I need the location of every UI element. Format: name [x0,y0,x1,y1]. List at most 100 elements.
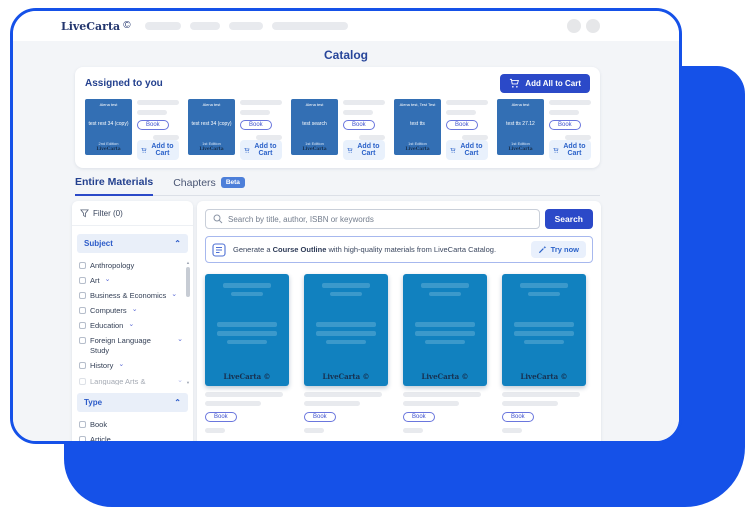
livecarta-logo[interactable]: LiveCarta © [61,20,131,33]
chevron-down-icon[interactable]: ⌄ [132,306,138,313]
author-placeholder-bar [343,110,373,115]
add-to-cart-label: Add to Cart [253,143,278,157]
chevron-down-icon[interactable]: ⌄ [177,377,183,384]
cart-icon [509,78,520,89]
filter-option-art[interactable]: Art⌄ [79,273,183,288]
filter-option-anthropology[interactable]: Anthropology [79,258,183,273]
filter-option-article[interactable]: Article [79,432,183,444]
book-cover[interactable]: LiveCarta © [304,274,388,386]
add-to-cart-button[interactable]: Add to Cart [137,140,179,160]
filter-section-type[interactable]: Type ⌃ [77,393,188,412]
tab-label: Entire Materials [75,176,153,188]
avatar-placeholder[interactable] [567,19,581,33]
filter-option-computers[interactable]: Computers⌄ [79,303,183,318]
checkbox[interactable] [79,277,86,284]
chevron-up-icon: ⌃ [174,242,181,246]
chevron-down-icon[interactable]: ⌄ [118,361,124,368]
search-button[interactable]: Search [545,209,593,229]
filter-option-language-arts[interactable]: Language Arts & Disciplines ⌄ [79,374,183,385]
book-cover[interactable]: LiveCarta © [403,274,487,386]
cover-text-bar [524,340,564,344]
subject-scrollbar[interactable]: ▲ ▼ [185,260,191,385]
book-type-tag[interactable]: Book [549,120,581,130]
logo-badge-icon: © [123,21,130,31]
book-type-tag[interactable]: Book [304,412,336,422]
logo-text: LiveCarta [61,20,120,33]
filter-option-education[interactable]: Education⌄ [79,319,183,334]
add-all-to-cart-button[interactable]: Add All to Cart [500,74,590,93]
book-type-tag[interactable]: Book [137,120,169,130]
filter-option-foreign-language-study[interactable]: Foreign Language Study ⌄ [79,334,183,359]
scrollbar-thumb[interactable] [186,267,190,297]
add-to-cart-button[interactable]: Add to Cart [549,140,591,160]
checkbox[interactable] [79,436,86,443]
checkbox[interactable] [79,307,86,314]
checkbox[interactable] [79,378,86,385]
filter-option-book[interactable]: Book [79,417,183,432]
add-to-cart-button[interactable]: Add to Cart [240,140,282,160]
page-title: Catalog [13,41,679,67]
book-type-tag[interactable]: Book [403,412,435,422]
catalog-grid-row: LiveCarta © Book LiveCarta © [205,274,593,433]
try-now-button[interactable]: Try now [531,241,586,258]
book-type-tag[interactable]: Book [343,120,375,130]
title-placeholder-bar [205,392,283,397]
tab-chapters[interactable]: Chapters Beta [173,176,245,195]
search-input[interactable] [228,215,532,224]
chevron-down-icon[interactable]: ⌄ [105,276,111,283]
checkbox[interactable] [79,292,86,299]
scroll-up-icon[interactable]: ▲ [186,260,190,265]
catalog-book-card: LiveCarta © Book [205,274,289,433]
cover-title: test rest 34 (copy) [191,121,231,127]
book-cover[interactable]: LiveCarta © [502,274,586,386]
checkbox[interactable] [79,362,86,369]
checkbox[interactable] [79,322,86,329]
tab-entire-materials[interactable]: Entire Materials [75,176,153,196]
cart-icon [244,146,250,155]
checkbox[interactable] [79,262,86,269]
chevron-down-icon[interactable]: ⌄ [177,336,183,343]
add-to-cart-button[interactable]: Add to Cart [343,140,385,160]
cover-text-bar [425,340,465,344]
filter-option-history[interactable]: History⌄ [79,359,183,374]
assigned-title: Assigned to you [85,78,163,89]
option-label: Anthropology [90,261,134,271]
book-cover[interactable]: Alena test test search 1st EditionLiveCa… [291,99,338,155]
book-cover[interactable]: Alena test test rest 34 (copy) 1st Editi… [188,99,235,155]
tabs-bar: Entire Materials Chapters Beta [75,176,600,196]
option-label: Language Arts & Disciplines [90,377,172,386]
cover-text-bar [217,331,277,336]
scroll-down-icon[interactable]: ▼ [186,380,190,385]
book-cover[interactable]: Alena test test rest 34 (copy) 2nd Editi… [85,99,132,155]
checkbox[interactable] [79,421,86,428]
add-to-cart-button[interactable]: Add to Cart [446,140,488,160]
cover-brand: LiveCarta [96,147,120,152]
chevron-down-icon[interactable]: ⌄ [171,291,177,298]
chevron-down-icon[interactable]: ⌄ [128,321,134,328]
book-cover[interactable]: Alena test, Test Test test tts 1st Editi… [394,99,441,155]
checkbox[interactable] [79,337,86,344]
banner-prefix: Generate a [233,245,273,254]
book-cover[interactable]: Alena test test tts 27.12 1st EditionLiv… [497,99,544,155]
option-label: Foreign Language Study [90,336,172,356]
filter-toggle[interactable]: Filter (0) [72,201,193,226]
menu-placeholder[interactable] [586,19,600,33]
cover-edition: 1st Edition [511,141,530,146]
banner-text: Generate a Course Outline with high-qual… [233,245,524,254]
author-placeholder-bar [549,110,579,115]
book-cover[interactable]: LiveCarta © [205,274,289,386]
cover-brand: LiveCarta © [403,372,487,381]
book-type-tag[interactable]: Book [502,412,534,422]
assigned-book-card: Alena test test rest 34 (copy) 1st Editi… [188,99,282,160]
filter-option-business-economics[interactable]: Business & Economics⌄ [79,288,183,303]
title-placeholder-bar [446,100,488,105]
assigned-book-card: Alena test test rest 34 (copy) 2nd Editi… [85,99,179,160]
book-type-tag[interactable]: Book [205,412,237,422]
option-label: Article [90,435,111,444]
filter-section-subject[interactable]: Subject ⌃ [77,234,188,253]
book-type-tag[interactable]: Book [240,120,272,130]
cover-brand: LiveCarta © [304,372,388,381]
browser-window: LiveCarta © Catalog Assigned to you Add … [10,8,682,444]
cover-edition: 1st Edition [202,141,221,146]
book-type-tag[interactable]: Book [446,120,478,130]
